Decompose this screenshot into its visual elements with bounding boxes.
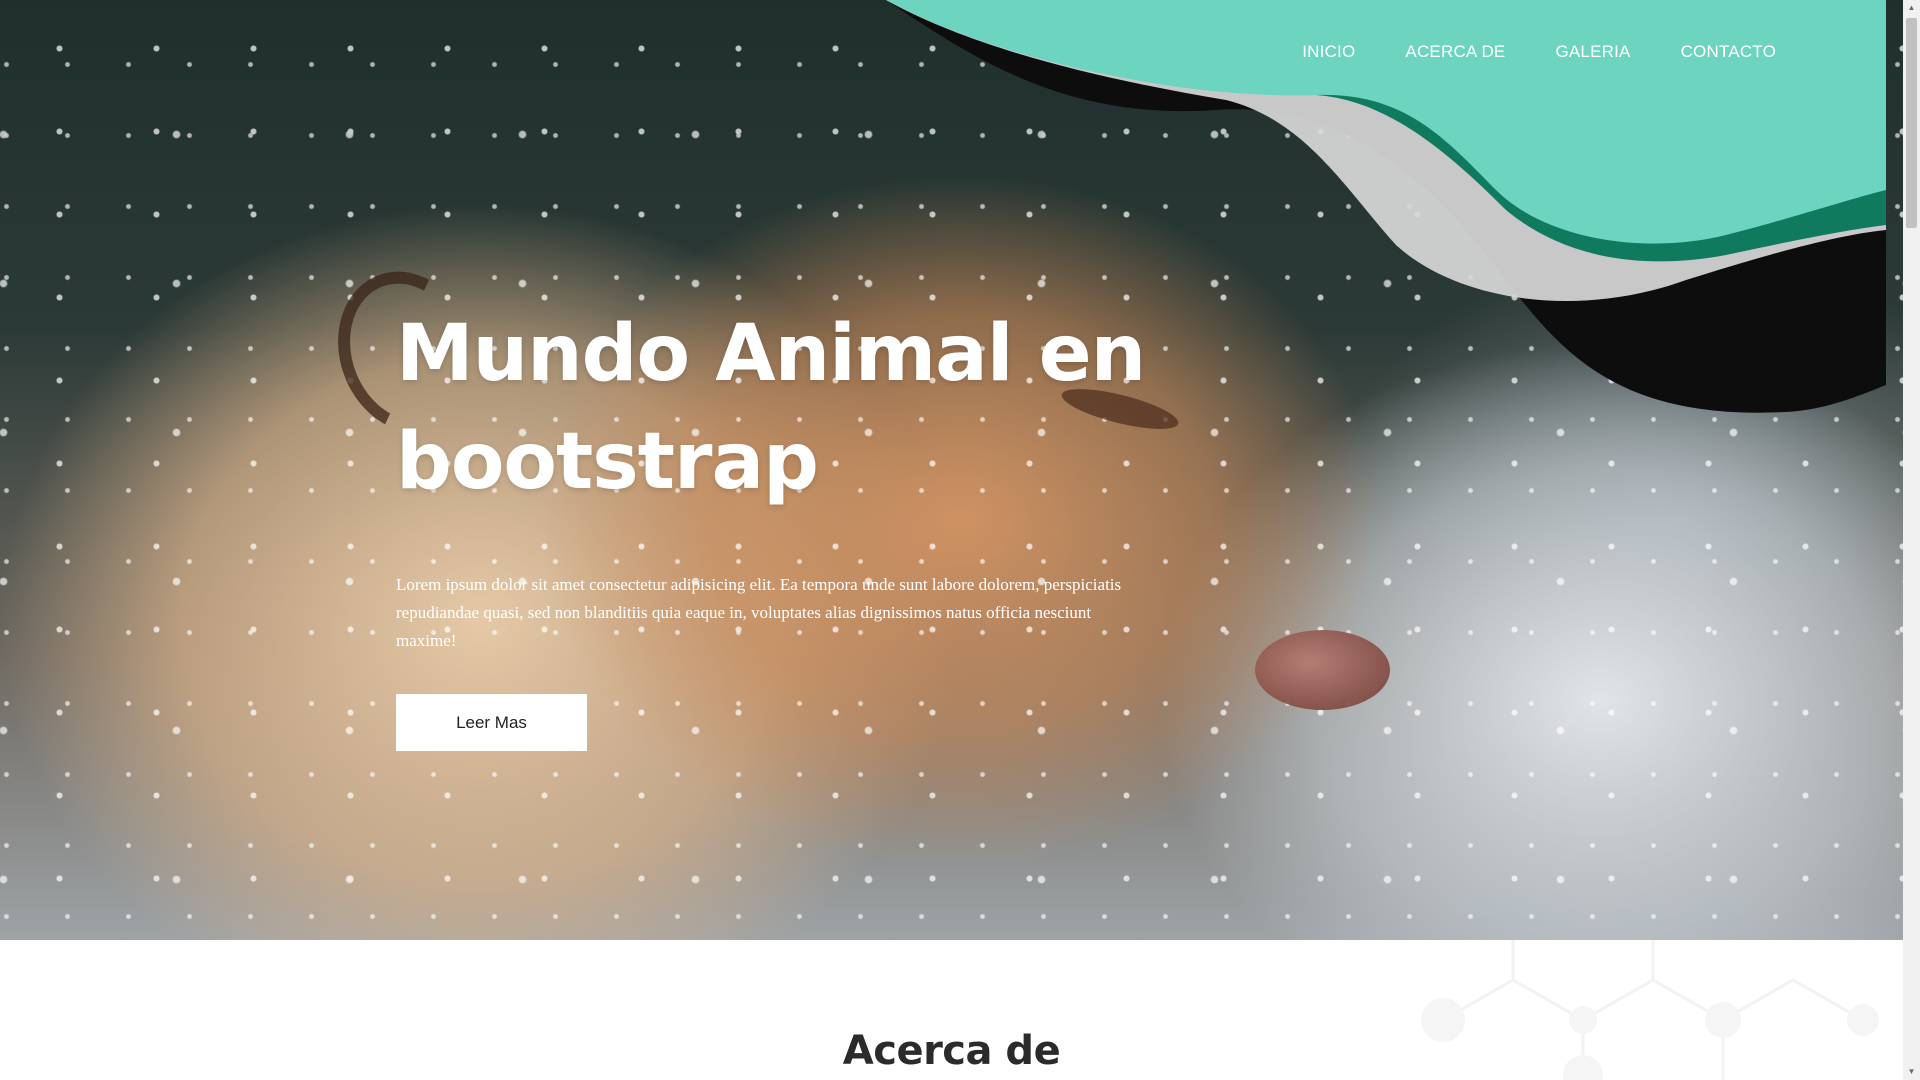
main-navigation: INICIO ACERCA DE GALERIA CONTACTO [1277, 38, 1801, 66]
about-title: Acerca de [842, 1028, 1061, 1074]
scrollbar-thumb[interactable] [1906, 18, 1917, 228]
dog-nose-decoration [1255, 630, 1390, 710]
nav-item-galeria[interactable]: GALERIA [1530, 38, 1655, 66]
read-more-button[interactable]: Leer Mas [396, 694, 587, 751]
triangle-down-icon[interactable]: ▼ [1903, 1064, 1920, 1080]
page-scrollbar[interactable]: ▲ ▼ [1903, 0, 1920, 1080]
hero-title: Mundo Animal en bootstrap [396, 309, 1146, 507]
hero-description: Lorem ipsum dolor sit amet consectetur a… [396, 575, 1122, 650]
nav-item-contacto[interactable]: CONTACTO [1656, 38, 1801, 66]
nav-item-inicio[interactable]: INICIO [1277, 38, 1380, 66]
triangle-up-icon[interactable]: ▲ [1903, 0, 1920, 16]
nav-item-acerca-de[interactable]: ACERCA DE [1380, 38, 1530, 66]
